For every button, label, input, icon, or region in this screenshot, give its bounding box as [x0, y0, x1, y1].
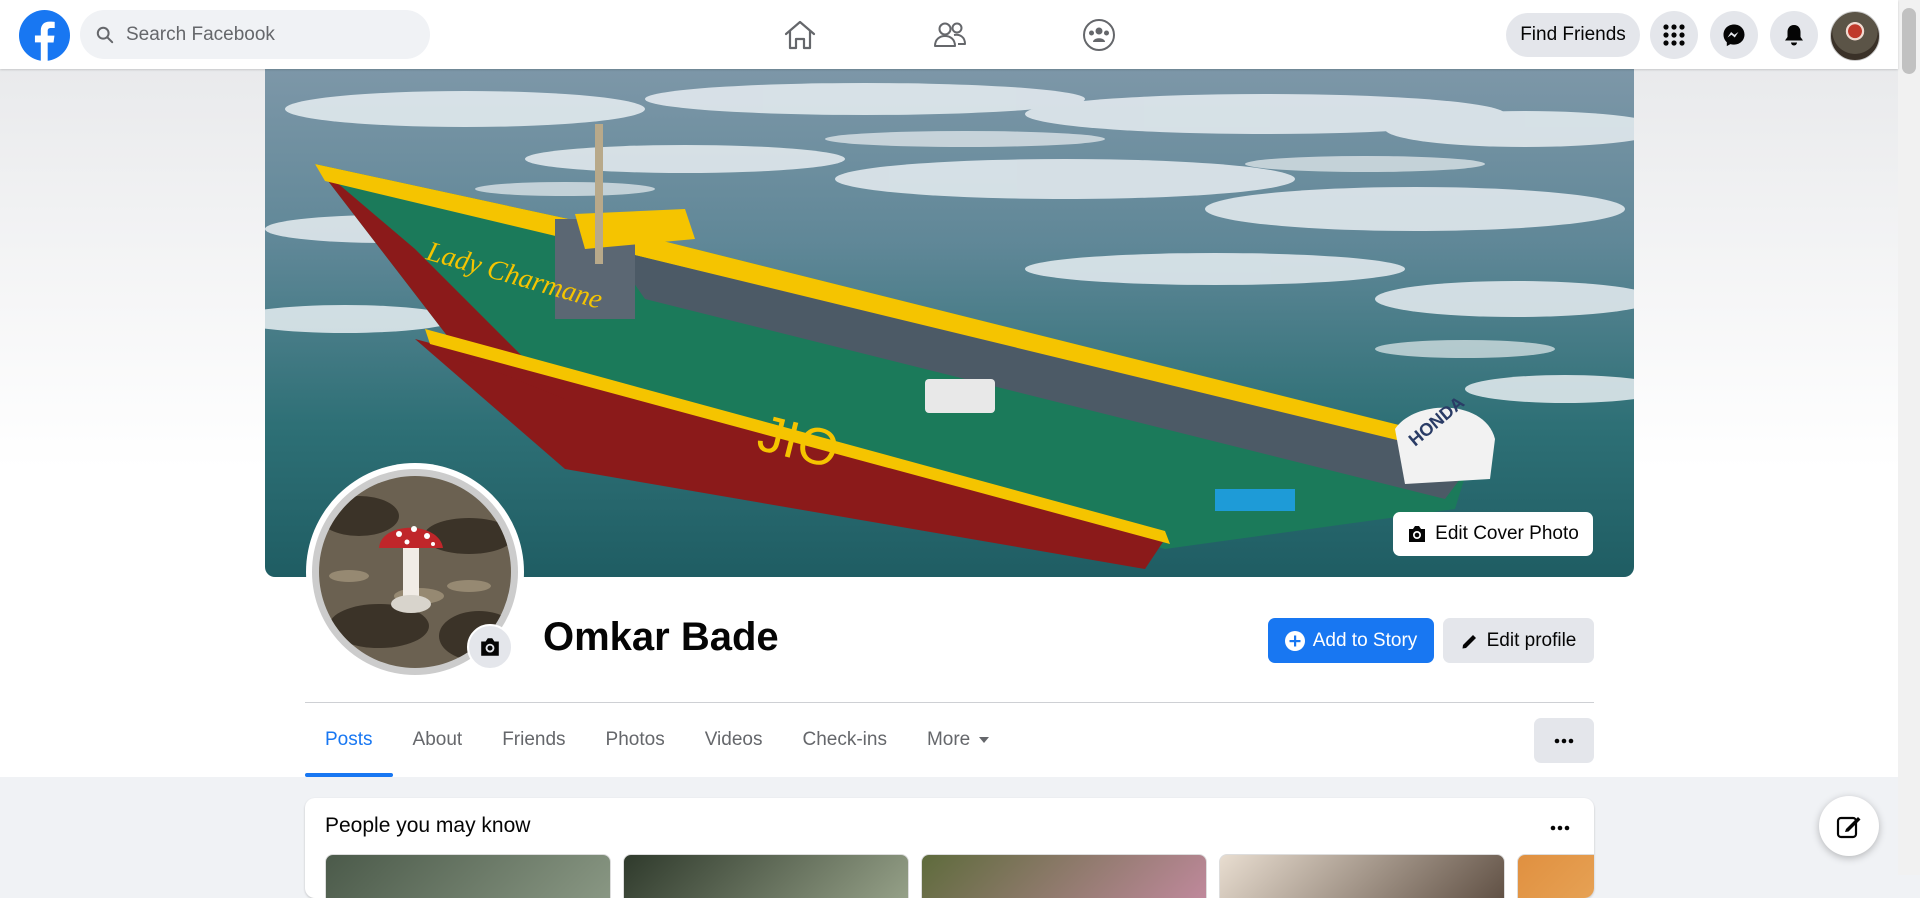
edit-profile-label: Edit profile — [1486, 629, 1577, 651]
tab-friends[interactable]: Friends — [482, 703, 585, 777]
suggestion-card[interactable] — [325, 854, 611, 898]
tab-photos[interactable]: Photos — [586, 703, 685, 777]
pymk-title: People you may know — [325, 814, 531, 837]
add-to-story-label: Add to Story — [1312, 629, 1418, 651]
more-horizontal-icon — [1554, 738, 1574, 743]
account-avatar[interactable] — [1830, 11, 1880, 61]
more-horizontal-icon — [1550, 825, 1570, 831]
top-navigation-bar: Find Friends — [0, 0, 1898, 69]
tab-posts[interactable]: Posts — [305, 703, 393, 777]
pymk-more-options-button[interactable] — [1542, 810, 1578, 846]
tab-more[interactable]: More — [907, 703, 1010, 777]
compose-icon — [1836, 816, 1861, 839]
edit-cover-photo-button[interactable]: Edit Cover Photo — [1393, 512, 1593, 556]
facebook-logo-icon[interactable] — [19, 10, 70, 61]
suggestion-card[interactable] — [623, 854, 909, 898]
people-you-may-know-card: People you may know — [305, 798, 1594, 898]
update-profile-picture-button[interactable] — [467, 624, 513, 670]
profile-header: Lady Charmane JIO HONDA Edit Cover Photo — [0, 69, 1898, 777]
new-message-button[interactable] — [1819, 796, 1879, 856]
notifications-icon — [1785, 25, 1803, 46]
friends-nav-button[interactable] — [928, 14, 972, 56]
tab-label: Posts — [325, 729, 373, 750]
menu-button[interactable] — [1650, 11, 1698, 59]
tab-videos[interactable]: Videos — [685, 703, 783, 777]
groups-icon — [1083, 19, 1115, 51]
suggestion-card[interactable] — [1517, 854, 1594, 898]
add-to-story-button[interactable]: Add to Story — [1268, 618, 1434, 663]
search-input[interactable] — [124, 22, 408, 47]
profile-more-options-button[interactable] — [1534, 718, 1594, 763]
profile-tabs: Posts About Friends Photos Videos Check-… — [305, 703, 1010, 777]
messenger-icon — [1723, 24, 1745, 47]
home-icon — [784, 20, 816, 50]
pencil-icon — [1462, 634, 1476, 648]
tab-label: About — [412, 729, 463, 750]
page-scrollbar[interactable] — [1898, 0, 1920, 875]
home-nav-button[interactable] — [778, 14, 822, 56]
tab-check-ins[interactable]: Check-ins — [782, 703, 906, 777]
messenger-button[interactable] — [1710, 11, 1758, 59]
search-icon — [96, 26, 114, 43]
camera-icon — [1409, 526, 1426, 542]
search-bar[interactable] — [80, 10, 430, 59]
find-friends-button[interactable]: Find Friends — [1506, 13, 1640, 57]
edit-cover-photo-label: Edit Cover Photo — [1435, 523, 1579, 544]
profile-name: Omkar Bade — [543, 615, 779, 659]
suggestion-card[interactable] — [1219, 854, 1505, 898]
tab-label: Friends — [502, 729, 566, 750]
tab-label: Videos — [704, 729, 763, 750]
tab-about[interactable]: About — [393, 703, 483, 777]
scrollbar-thumb[interactable] — [1902, 8, 1916, 74]
plus-circle-icon — [1284, 630, 1305, 651]
tab-label: More — [926, 729, 971, 750]
friends-icon — [934, 22, 966, 47]
camera-icon — [481, 638, 499, 656]
edit-profile-button[interactable]: Edit profile — [1443, 618, 1594, 663]
caret-down-icon — [979, 737, 990, 743]
menu-grid-icon — [1663, 24, 1685, 46]
tab-label: Photos — [605, 729, 665, 750]
suggestion-card[interactable] — [921, 854, 1207, 898]
groups-nav-button[interactable] — [1077, 14, 1121, 56]
tab-label: Check-ins — [802, 729, 887, 750]
notifications-button[interactable] — [1770, 11, 1818, 59]
